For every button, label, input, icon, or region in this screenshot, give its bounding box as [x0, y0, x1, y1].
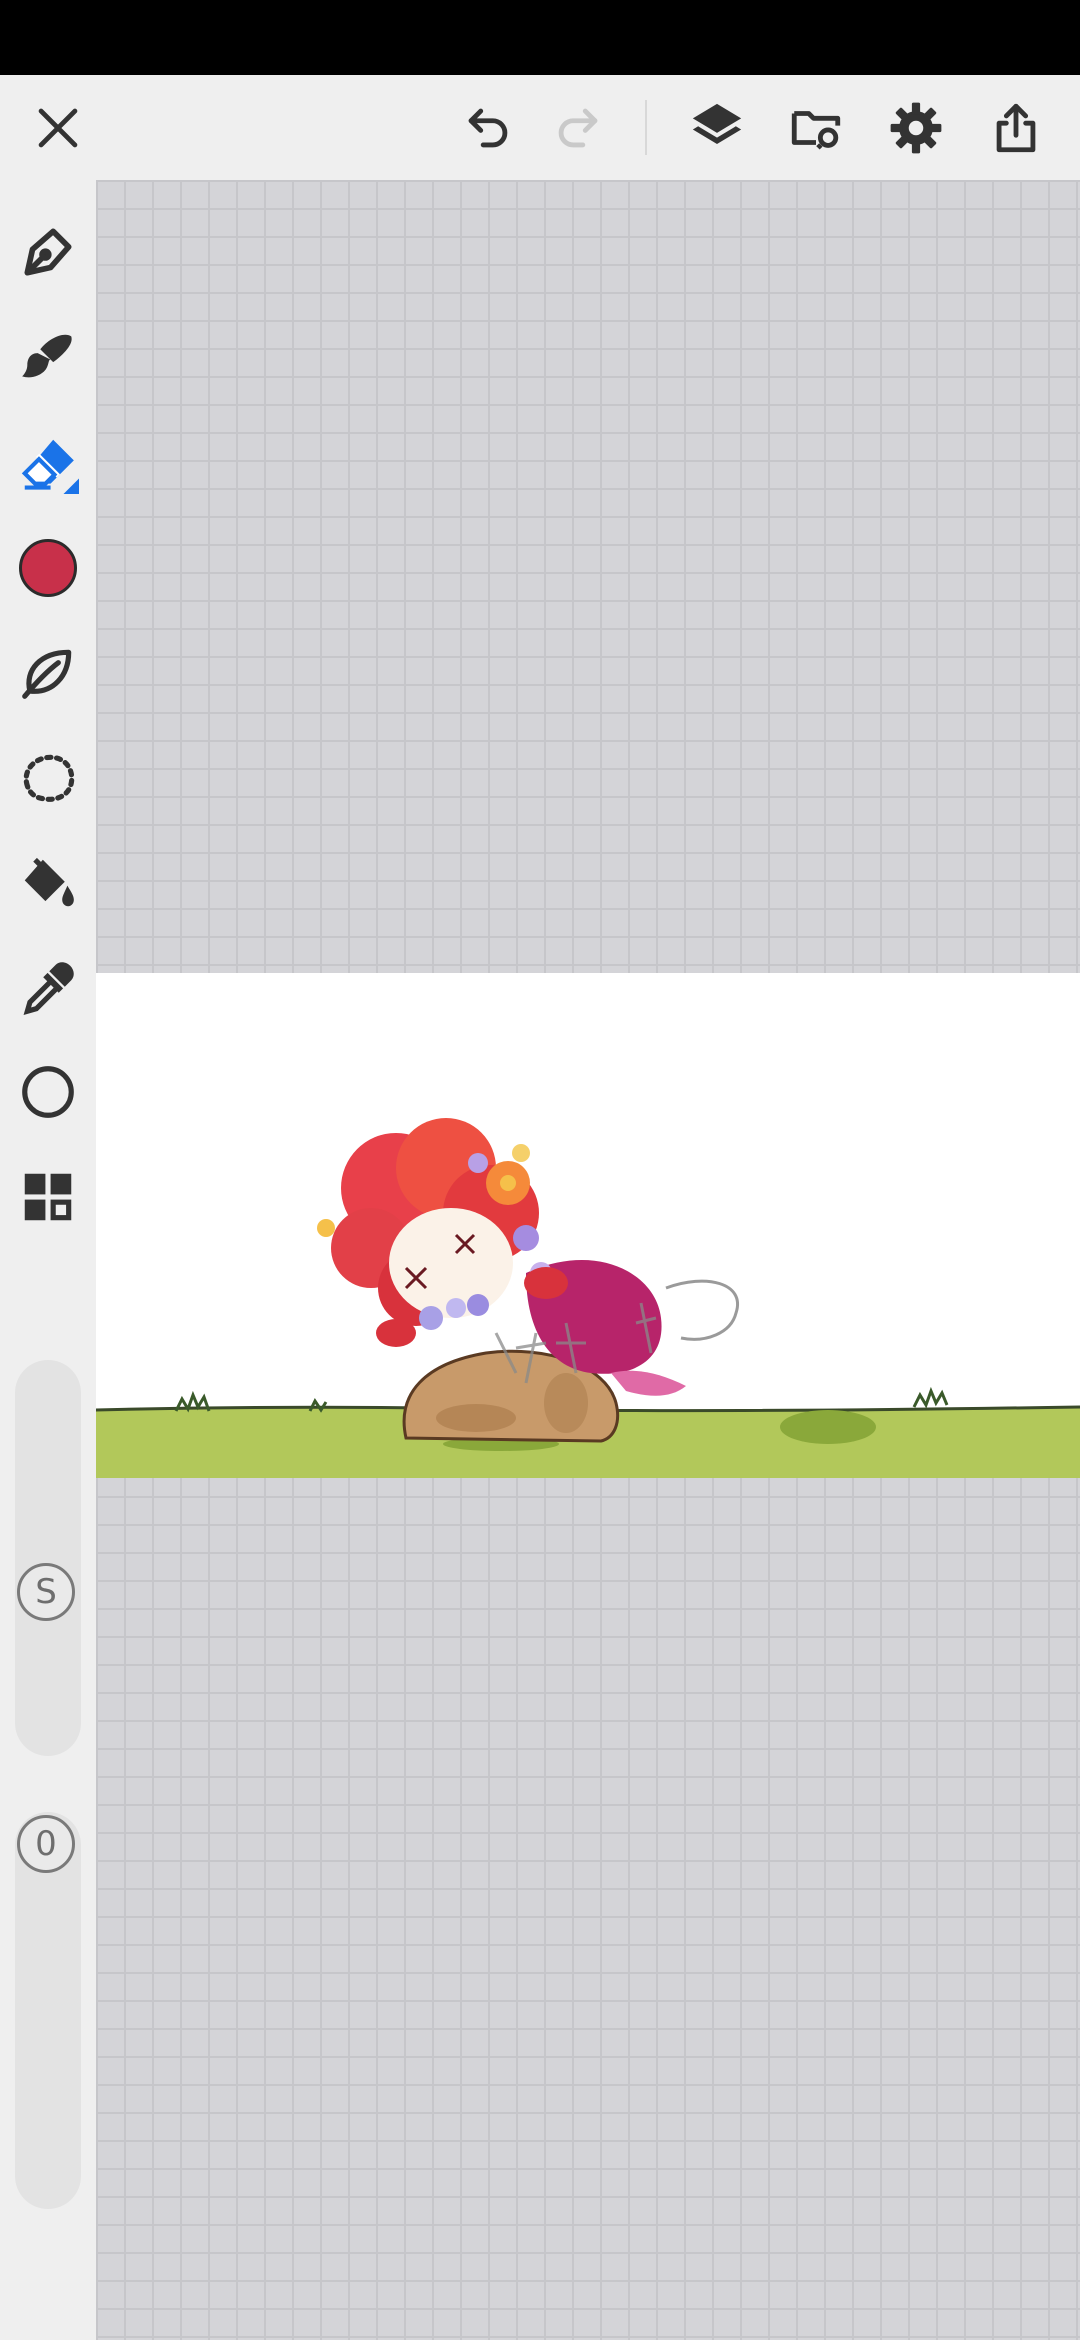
character-tail	[611, 1370, 686, 1396]
flower-bead	[512, 1144, 530, 1162]
bead	[317, 1219, 335, 1237]
shape-tool[interactable]	[8, 1052, 88, 1132]
hand	[524, 1267, 568, 1299]
fill-tool[interactable]	[8, 843, 88, 923]
undo-icon	[468, 108, 508, 147]
size-slider-knob[interactable]: S	[17, 1563, 75, 1621]
folder-import-icon	[791, 110, 841, 150]
opacity-slider-knob[interactable]: 0	[17, 1815, 75, 1873]
bead	[513, 1225, 539, 1251]
bead	[446, 1298, 466, 1318]
lasso-tool[interactable]	[8, 738, 88, 818]
grass-tuft	[912, 1386, 949, 1409]
bead	[419, 1306, 443, 1330]
pen-tool[interactable]	[8, 212, 88, 292]
rock-shade	[436, 1404, 516, 1432]
redo-icon	[558, 108, 598, 147]
toolbar-divider	[645, 100, 647, 155]
grass-patch	[780, 1410, 876, 1444]
opacity-slider-label: 0	[35, 1824, 57, 1864]
rock-shade	[544, 1373, 588, 1433]
flower-center	[500, 1175, 516, 1191]
artwork	[96, 1118, 1080, 1478]
lasso-icon	[23, 754, 75, 802]
layers-button[interactable]	[677, 75, 757, 180]
share-button[interactable]	[976, 75, 1056, 180]
status-bar	[0, 0, 1080, 75]
eyedropper-tool[interactable]	[8, 948, 88, 1028]
drawing-canvas[interactable]	[96, 973, 1080, 1478]
settings-button[interactable]	[876, 75, 956, 180]
brush-tool[interactable]	[8, 317, 88, 397]
more-tools[interactable]	[8, 1157, 88, 1237]
smudge-tool[interactable]	[8, 633, 88, 713]
watermark-sketch	[665, 1279, 740, 1341]
pen-nib-icon	[24, 228, 72, 276]
layers-icon	[692, 103, 742, 144]
redo-button[interactable]	[538, 75, 618, 180]
eraser-tool[interactable]	[8, 423, 88, 503]
top-toolbar	[0, 75, 1080, 180]
close-icon	[38, 108, 78, 147]
color-picker[interactable]	[8, 528, 88, 608]
close-button[interactable]	[18, 75, 98, 180]
leaf-icon	[22, 649, 72, 699]
brush-icon	[22, 334, 72, 378]
paint-bucket-icon	[24, 857, 74, 907]
opacity-slider[interactable]: 0	[15, 1812, 81, 2209]
eraser-icon	[21, 439, 79, 494]
grid-icon	[24, 1173, 72, 1221]
color-swatch	[19, 539, 77, 597]
share-icon	[996, 103, 1036, 152]
eyedropper-icon	[23, 962, 74, 1016]
circle-icon	[22, 1066, 74, 1118]
import-button[interactable]	[776, 75, 856, 180]
brush-size-slider[interactable]: S	[15, 1360, 81, 1756]
flower-bead	[468, 1153, 488, 1173]
bead	[467, 1294, 489, 1316]
undo-button[interactable]	[448, 75, 528, 180]
hand	[376, 1319, 416, 1347]
gear-icon	[890, 102, 942, 153]
tool-sidebar: S 0	[0, 180, 96, 2340]
size-slider-label: S	[35, 1572, 57, 1612]
